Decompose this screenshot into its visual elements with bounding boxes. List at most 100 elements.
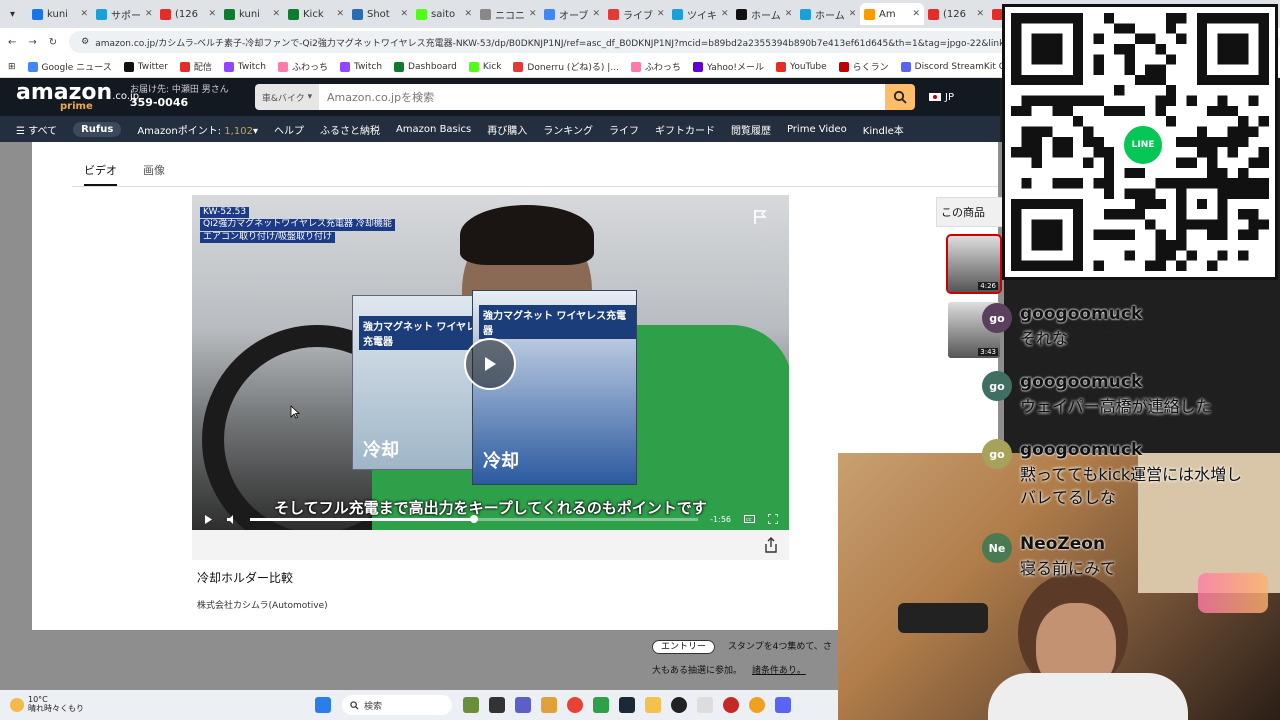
- record-icon[interactable]: [723, 697, 739, 713]
- nav-link[interactable]: 再び購入: [487, 122, 527, 137]
- close-tab-icon[interactable]: ✕: [976, 9, 984, 19]
- tab-list-icon[interactable]: ▾: [6, 3, 28, 25]
- app-icon[interactable]: [697, 697, 713, 713]
- terms-link[interactable]: 諸条件あり。: [752, 666, 806, 676]
- bookmark-item[interactable]: らくラン: [838, 60, 889, 73]
- close-tab-icon[interactable]: ✕: [145, 9, 153, 19]
- discord-icon[interactable]: [775, 697, 791, 713]
- copilot-icon[interactable]: [541, 697, 557, 713]
- nav-link[interactable]: Kindle本: [863, 122, 904, 137]
- search-category-select[interactable]: 車&バイク ▾: [255, 84, 319, 110]
- file-explorer-icon[interactable]: [645, 697, 661, 713]
- nav-link[interactable]: Prime Video: [787, 124, 847, 135]
- fullscreen-icon[interactable]: [767, 513, 779, 525]
- forward-icon[interactable]: →: [28, 37, 36, 48]
- bookmark-item[interactable]: Twitter: [123, 61, 168, 72]
- captions-icon[interactable]: cc: [743, 513, 755, 525]
- close-tab-icon[interactable]: ✕: [336, 9, 344, 19]
- browser-tab[interactable]: ニコニ ✕: [476, 3, 540, 25]
- progress-knob[interactable]: [470, 514, 479, 523]
- share-icon[interactable]: [763, 536, 779, 554]
- close-tab-icon[interactable]: ✕: [208, 9, 216, 19]
- weather-widget[interactable]: 10°C 晴れ時々くもり: [0, 695, 310, 714]
- bookmark-item[interactable]: ふわっち: [630, 60, 681, 73]
- close-tab-icon[interactable]: ✕: [721, 9, 729, 19]
- browser-tab[interactable]: Am ✕: [860, 3, 924, 25]
- taskbar-search[interactable]: 検索: [342, 695, 452, 715]
- video-player[interactable]: 強力マグネット ワイヤレス充電器 冷却 強力マグネット ワイヤレス充電器 冷却 …: [192, 195, 789, 530]
- browser-tab[interactable]: saito ✕: [412, 3, 476, 25]
- bookmark-item[interactable]: Google ニュース: [27, 60, 112, 73]
- close-tab-icon[interactable]: ✕: [529, 9, 537, 19]
- back-icon[interactable]: ←: [8, 37, 16, 48]
- bookmark-item[interactable]: Dashboard: [394, 61, 457, 72]
- obs-icon[interactable]: [671, 697, 687, 713]
- bookmark-item[interactable]: ふわっち: [277, 60, 328, 73]
- close-tab-icon[interactable]: ✕: [400, 9, 408, 19]
- apps-icon[interactable]: ⊞: [8, 62, 16, 72]
- close-tab-icon[interactable]: ✕: [272, 9, 280, 19]
- tab-images[interactable]: 画像: [143, 162, 165, 186]
- task-view-icon[interactable]: [489, 697, 505, 713]
- nav-link[interactable]: ギフトカード: [655, 122, 715, 137]
- close-tab-icon[interactable]: ✕: [849, 9, 857, 19]
- close-tab-icon[interactable]: ✕: [657, 9, 665, 19]
- nav-link[interactable]: ヘルプ: [274, 122, 304, 137]
- browser-tab[interactable]: (126 ✕: [156, 3, 220, 25]
- browser-tab[interactable]: ホーム ✕: [732, 3, 796, 25]
- app-icon[interactable]: [749, 697, 765, 713]
- search-button[interactable]: [885, 84, 915, 110]
- browser-tab[interactable]: ライブ ✕: [604, 3, 668, 25]
- delivery-location[interactable]: お届け先: 中瀬田 男さん 359-0046: [130, 85, 255, 109]
- report-flag-icon[interactable]: [753, 209, 767, 225]
- bookmark-item[interactable]: Twitch: [223, 61, 266, 72]
- nav-link[interactable]: ライフ: [609, 122, 639, 137]
- browser-tab[interactable]: kuni ✕: [220, 3, 284, 25]
- bookmark-item[interactable]: Yahoo!メール: [692, 60, 764, 73]
- bookmark-item[interactable]: Discord StreamKit O...: [900, 61, 1014, 72]
- bookmark-item[interactable]: 配信: [179, 60, 212, 73]
- browser-tab[interactable]: サポー ✕: [92, 3, 156, 25]
- browser-tab[interactable]: ツイキ ✕: [668, 3, 732, 25]
- language-selector[interactable]: JP: [929, 92, 954, 103]
- site-info-icon[interactable]: ⚙: [81, 37, 89, 47]
- play-button[interactable]: [464, 338, 516, 390]
- browser-tab[interactable]: ホーム ✕: [796, 3, 860, 25]
- all-menu-button[interactable]: ☰ すべて: [16, 122, 57, 137]
- browser-tab[interactable]: Shot ✕: [348, 3, 412, 25]
- close-tab-icon[interactable]: ✕: [912, 9, 920, 19]
- teams-icon[interactable]: [515, 697, 531, 713]
- browser-tab[interactable]: オーブ ✕: [540, 3, 604, 25]
- steam-icon[interactable]: [619, 697, 635, 713]
- close-tab-icon[interactable]: ✕: [464, 9, 472, 19]
- search-input[interactable]: Amazon.co.jpを検索: [319, 84, 885, 110]
- nav-link[interactable]: ランキング: [543, 122, 593, 137]
- widgets-icon[interactable]: [463, 697, 479, 713]
- browser-tab[interactable]: kuni ✕: [28, 3, 92, 25]
- mute-icon[interactable]: [226, 513, 238, 525]
- bookmark-item[interactable]: Twitch: [339, 61, 382, 72]
- close-tab-icon[interactable]: ✕: [592, 9, 600, 19]
- play-small-icon[interactable]: [202, 513, 214, 525]
- browser-tab[interactable]: Kick ✕: [284, 3, 348, 25]
- close-tab-icon[interactable]: ✕: [80, 9, 88, 19]
- amazon-points-link[interactable]: Amazonポイント: 1,102▾: [137, 122, 258, 137]
- related-video-thumb[interactable]: 4:26: [946, 234, 1002, 294]
- bookmark-item[interactable]: Kick: [468, 61, 501, 72]
- entry-button[interactable]: エントリー: [652, 640, 716, 654]
- rufus-button[interactable]: Rufus: [73, 121, 122, 137]
- nav-link[interactable]: Amazon Basics: [396, 124, 471, 135]
- start-icon[interactable]: [315, 697, 331, 713]
- nav-link[interactable]: 閲覧履歴: [731, 122, 771, 137]
- close-tab-icon[interactable]: ✕: [785, 9, 793, 19]
- bookmark-item[interactable]: YouTube: [776, 61, 827, 72]
- app-icon[interactable]: [593, 697, 609, 713]
- browser-tab[interactable]: (126 ✕: [924, 3, 988, 25]
- nav-link[interactable]: ふるさと納税: [320, 122, 380, 137]
- bookmark-item[interactable]: Donerru (どね)る) |...: [513, 60, 619, 73]
- tab-video[interactable]: ビデオ: [84, 162, 117, 186]
- amazon-logo[interactable]: amazon.co.jp prime: [0, 82, 139, 112]
- reload-icon[interactable]: ↻: [49, 37, 57, 48]
- chrome-icon[interactable]: [567, 697, 583, 713]
- progress-bar[interactable]: [250, 514, 699, 523]
